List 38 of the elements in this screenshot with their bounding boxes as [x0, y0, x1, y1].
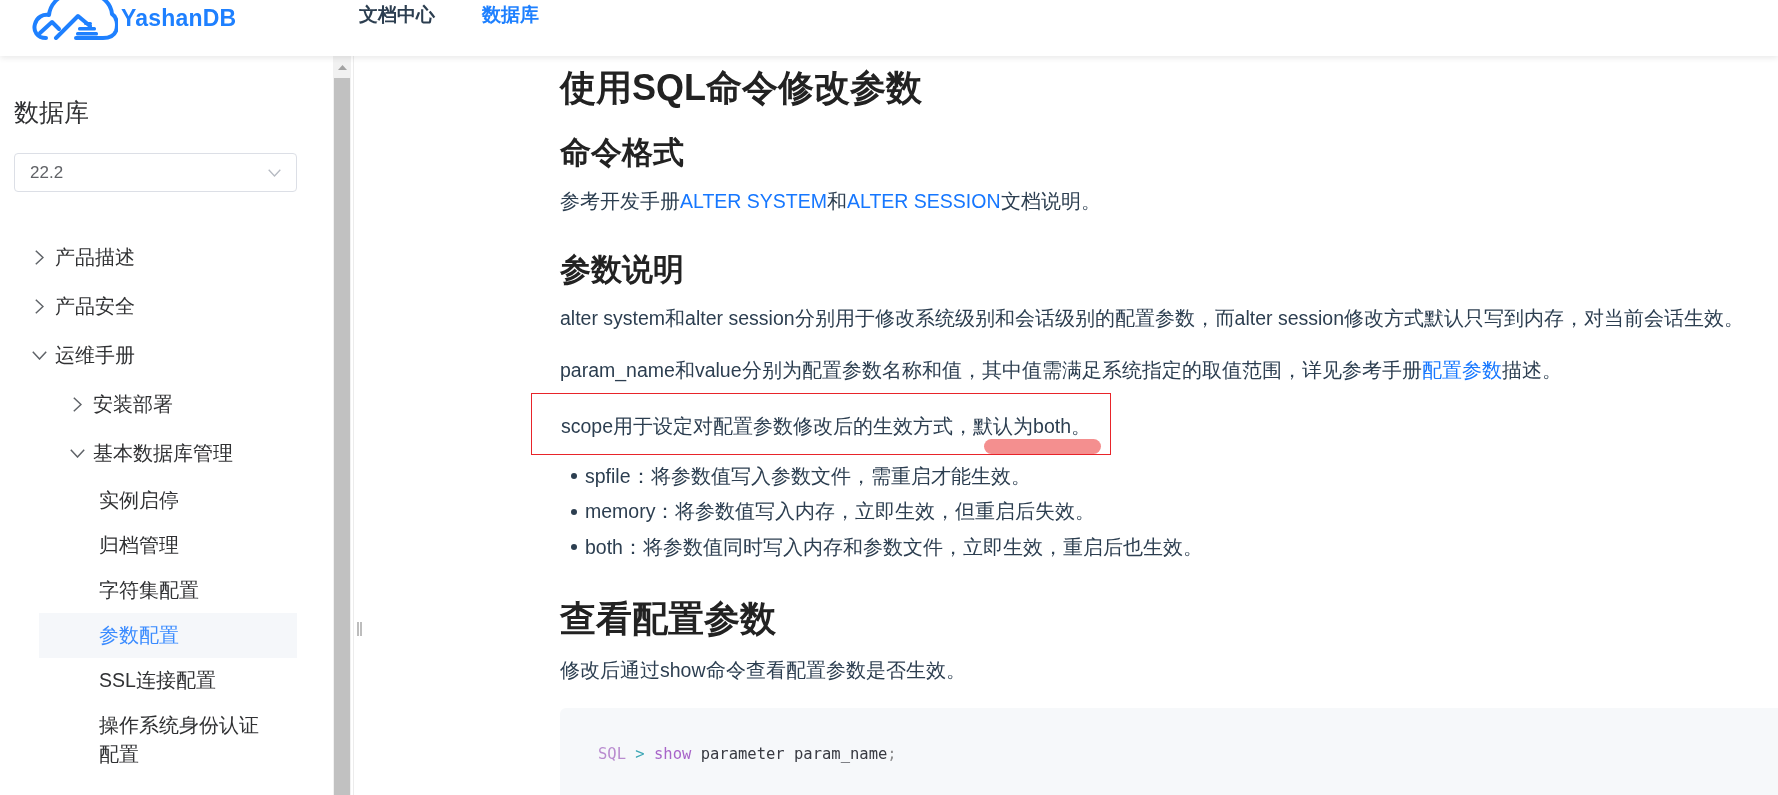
nav-tree-item[interactable]: 产品安全: [14, 282, 297, 331]
page-heading: 使用SQL命令修改参数: [560, 65, 923, 110]
bullet-icon: [571, 473, 577, 480]
nav-tree-item[interactable]: SSL连接配置: [39, 658, 297, 703]
link[interactable]: ALTER SYSTEM: [680, 189, 827, 212]
sidebar-title: 数据库: [14, 97, 90, 128]
page-heading: 查看配置参数: [560, 597, 777, 641]
version-select[interactable]: 22.2: [14, 153, 297, 192]
paragraph: 修改后通过show命令查看配置参数是否生效。: [560, 658, 967, 683]
scroll-up-arrow-icon[interactable]: [337, 64, 347, 70]
list-item: memory：将参数值写入内存，立即生效，但重启后失效。: [585, 499, 1096, 524]
link[interactable]: ALTER SESSION: [847, 189, 1001, 212]
section-heading: 参数说明: [560, 250, 685, 289]
drag-handle-icon[interactable]: [357, 622, 362, 636]
section-heading: 命令格式: [560, 133, 685, 172]
nav-tree-item[interactable]: 运维手册: [14, 331, 297, 380]
nav-tab[interactable]: 数据库: [482, 3, 540, 27]
code-line: SQL > show parameter param_name;: [598, 744, 897, 765]
nav-tree-item[interactable]: 归档管理: [39, 523, 297, 568]
nav-tree-item[interactable]: 字符集配置: [39, 568, 297, 613]
paragraph: alter system和alter session分别用于修改系统级别和会话级别的配置参数，而alter session修改方式默认只写到内存，对当前会话生效。: [560, 305, 1746, 331]
link[interactable]: 配置参数: [1421, 358, 1502, 381]
nav-tree-item[interactable]: 产品描述: [14, 233, 297, 282]
bullet-icon: [571, 544, 577, 551]
nav-tree-item[interactable]: 操作系统身份认证配置: [39, 703, 297, 777]
list-item: both：将参数值同时写入内存和参数文件，立即生效，重启后也生效。: [585, 534, 1203, 560]
cloud-logo-icon: [32, 0, 118, 40]
nav-tree-item[interactable]: 基本数据库管理: [39, 429, 297, 478]
paragraph: 参考开发手册ALTER SYSTEM和ALTER SESSION文档说明。: [560, 188, 1102, 214]
logo[interactable]: YashanDB: [32, 0, 237, 40]
nav-tree-item[interactable]: 安装部署: [39, 380, 297, 429]
bullet-icon: [571, 508, 577, 515]
chevron-down-icon: [268, 168, 281, 177]
list-item: spfile：将参数值写入参数文件，需重启才能生效。: [585, 463, 1031, 489]
nav-tree-item[interactable]: 实例启停: [39, 478, 297, 523]
paragraph: param_name和value分别为配置参数名称和值，其中值需满足系统指定的取值范围，详见参考手册配置参数描述。: [560, 357, 1563, 384]
paragraph: scope用于设定对配置参数修改后的生效方式，默认为both。: [561, 413, 1091, 439]
nav-tab[interactable]: 文档中心: [359, 3, 436, 27]
